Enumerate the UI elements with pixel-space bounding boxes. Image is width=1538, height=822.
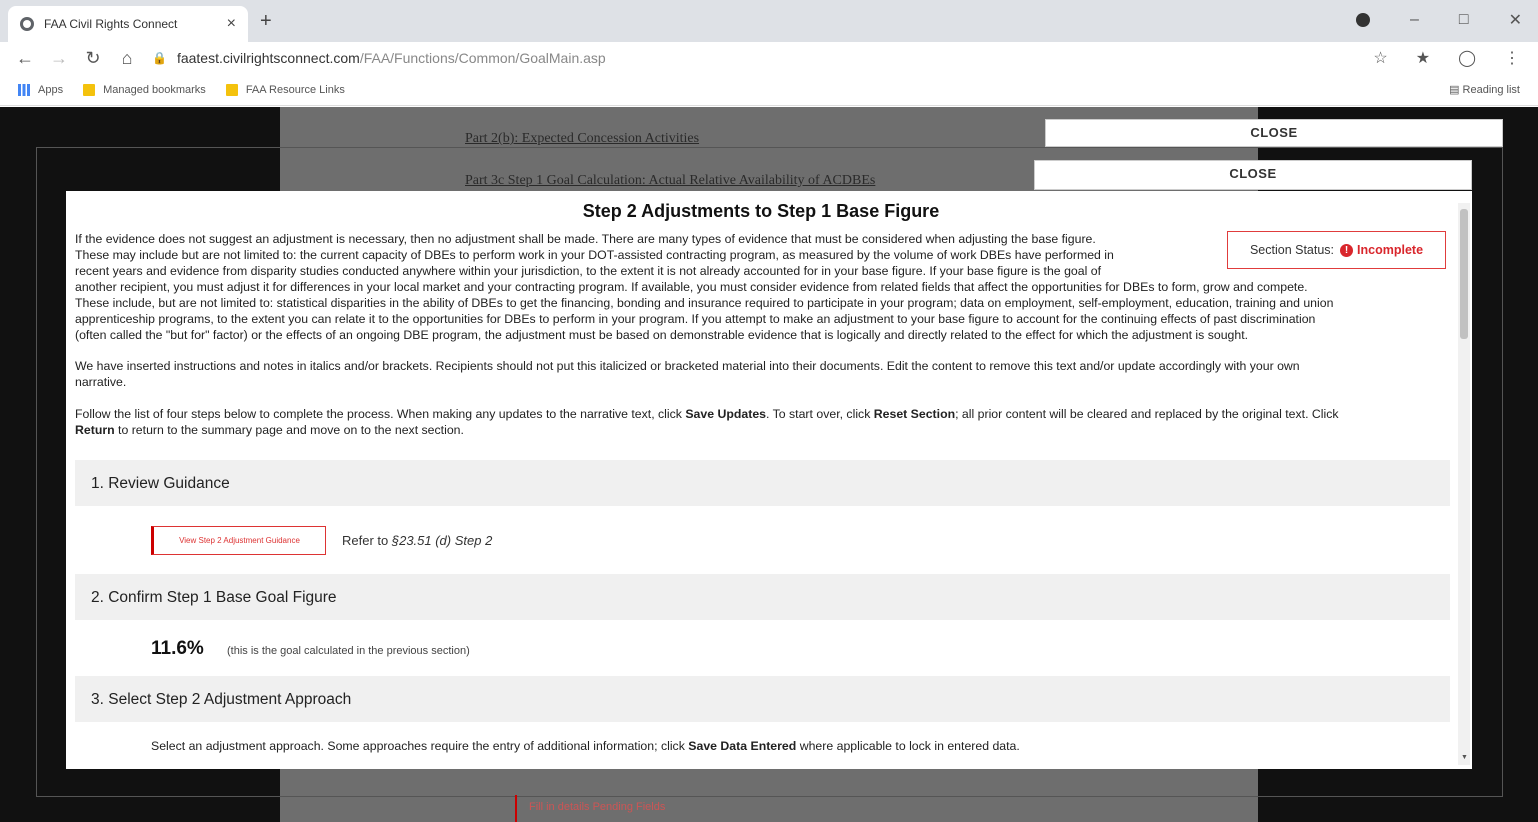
background-link-part3c[interactable]: Part 3c Step 1 Goal Calculation: Actual … xyxy=(465,173,875,189)
text-run: to return to the summary page and move o… xyxy=(114,423,464,437)
refer-citation: §23.51 (d) Step 2 xyxy=(391,533,493,548)
back-icon[interactable]: ← xyxy=(8,48,42,69)
base-goal-note: (this is the goal calculated in the prev… xyxy=(227,645,470,657)
address-bar-actions: ☆ ★ ◯ ⋮ xyxy=(1373,48,1520,68)
folder-icon xyxy=(83,83,96,96)
reading-list[interactable]: ▤ Reading list xyxy=(1449,83,1520,96)
browser-tab-bar: FAA Civil Rights Connect × + – □ ✕ xyxy=(0,0,1538,42)
maximize-icon[interactable]: □ xyxy=(1459,11,1469,29)
select-approach-instructions: Select an adjustment approach. Some appr… xyxy=(151,739,1020,753)
save-data-label: Save Data Entered xyxy=(688,739,797,753)
view-guidance-button[interactable]: View Step 2 Adjustment Guidance xyxy=(151,526,326,555)
evidence-paragraph: If the evidence does not suggest an adju… xyxy=(75,231,1333,343)
star-icon[interactable]: ☆ xyxy=(1373,48,1387,68)
instructions-paragraph: We have inserted instructions and notes … xyxy=(75,358,1455,390)
text-run: ; all prior content will be cleared and … xyxy=(955,407,1339,421)
new-tab-button[interactable]: + xyxy=(260,10,272,33)
close-button-outer[interactable]: CLOSE xyxy=(1045,119,1503,147)
bookmark-label: FAA Resource Links xyxy=(245,83,345,96)
bookmark-label: Apps xyxy=(38,83,64,96)
account-icon[interactable]: ◯ xyxy=(1458,48,1476,68)
url-field[interactable]: 🔒 faatest.civilrightsconnect.com/FAA/Fun… xyxy=(152,50,606,66)
bookmark-label: Managed bookmarks xyxy=(103,83,206,96)
window-controls: – □ ✕ xyxy=(1356,10,1522,30)
section-status-badge: Section Status: ! Incomplete xyxy=(1227,231,1446,269)
close-button-inner[interactable]: CLOSE xyxy=(1034,160,1472,190)
forward-icon[interactable]: → xyxy=(42,48,76,69)
warning-icon: ! xyxy=(1340,243,1354,257)
paragraph-line: recent years and evidence from disparity… xyxy=(75,264,1101,278)
text-run: . To start over, click xyxy=(766,407,874,421)
paragraph-line: These include, but are not limited to: s… xyxy=(75,296,1334,310)
browser-tab[interactable]: FAA Civil Rights Connect × xyxy=(8,6,248,42)
globe-icon xyxy=(20,17,34,31)
paragraph-line: We have inserted instructions and notes … xyxy=(75,359,1300,373)
close-window-icon[interactable]: ✕ xyxy=(1509,10,1522,30)
save-updates-label: Save Updates xyxy=(685,407,767,421)
scroll-down-icon[interactable]: ▼ xyxy=(1461,754,1468,761)
bookmark-faa[interactable]: FAA Resource Links xyxy=(225,83,345,96)
text-run: where applicable to lock in entered data… xyxy=(796,739,1020,753)
paragraph-line: If the evidence does not suggest an adju… xyxy=(75,232,1096,246)
tab-title: FAA Civil Rights Connect xyxy=(44,17,178,31)
folder-icon xyxy=(225,83,238,96)
return-label: Return xyxy=(75,423,115,437)
text-run: Select an adjustment approach. Some appr… xyxy=(151,739,689,753)
paragraph-line: (often called the "but for" factor) or t… xyxy=(75,328,1249,342)
paragraph-line: another recipient, you must adjust it fo… xyxy=(75,280,1308,294)
reload-icon[interactable]: ↻ xyxy=(76,48,110,69)
text-run: Follow the list of four steps below to c… xyxy=(75,407,686,421)
adjustment-modal: Step 2 Adjustments to Step 1 Base Figure… xyxy=(66,191,1472,769)
background-link-part2b[interactable]: Part 2(b): Expected Concession Activitie… xyxy=(465,131,699,147)
profile-icon[interactable] xyxy=(1356,13,1371,27)
reading-list-label: Reading list xyxy=(1462,84,1520,96)
address-bar-row: ← → ↻ ⌂ 🔒 faatest.civilrightsconnect.com… xyxy=(0,42,1538,74)
scrollbar-thumb[interactable] xyxy=(1460,209,1468,339)
modal-title: Step 2 Adjustments to Step 1 Base Figure xyxy=(582,201,940,221)
step-3-header: 3. Select Step 2 Adjustment Approach xyxy=(75,676,1450,722)
base-goal-value: 11.6% xyxy=(151,638,204,659)
home-icon[interactable]: ⌂ xyxy=(110,48,144,69)
paragraph-line: These may include but are not limited to… xyxy=(75,248,1114,262)
tab-close-icon[interactable]: × xyxy=(227,15,236,33)
url-host: faatest.civilrightsconnect.com xyxy=(176,50,360,66)
bookmark-managed[interactable]: Managed bookmarks xyxy=(83,83,206,96)
paragraph-line: narrative. xyxy=(75,375,127,389)
refer-text: Refer to xyxy=(342,533,392,548)
minimize-icon[interactable]: – xyxy=(1410,11,1419,29)
status-label: Section Status: xyxy=(1249,243,1335,257)
extensions-icon[interactable]: ★ xyxy=(1416,48,1430,68)
reset-section-label: Reset Section xyxy=(873,407,956,421)
modal-scrollbar[interactable]: ▼ xyxy=(1458,203,1470,765)
status-value: Incomplete xyxy=(1357,243,1424,257)
steps-paragraph: Follow the list of four steps below to c… xyxy=(75,406,1455,438)
paragraph-line: apprenticeship programs, to the extent y… xyxy=(75,312,1316,326)
url-path: /FAA/Functions/Common/GoalMain.asp xyxy=(359,50,606,66)
step-2-header: 2. Confirm Step 1 Base Goal Figure xyxy=(75,574,1450,620)
bookmarks-bar: Apps Managed bookmarks FAA Resource Link… xyxy=(0,74,1538,106)
regulation-reference: Refer to §23.51 (d) Step 2 xyxy=(342,533,492,548)
lock-icon: 🔒 xyxy=(152,51,167,65)
step-1-header: 1. Review Guidance xyxy=(75,460,1450,506)
apps-icon xyxy=(18,83,30,96)
bookmark-apps[interactable]: Apps xyxy=(18,83,64,96)
background-bottom-text: Fill in details Pending Fields xyxy=(515,795,715,822)
menu-icon[interactable]: ⋮ xyxy=(1504,48,1520,68)
